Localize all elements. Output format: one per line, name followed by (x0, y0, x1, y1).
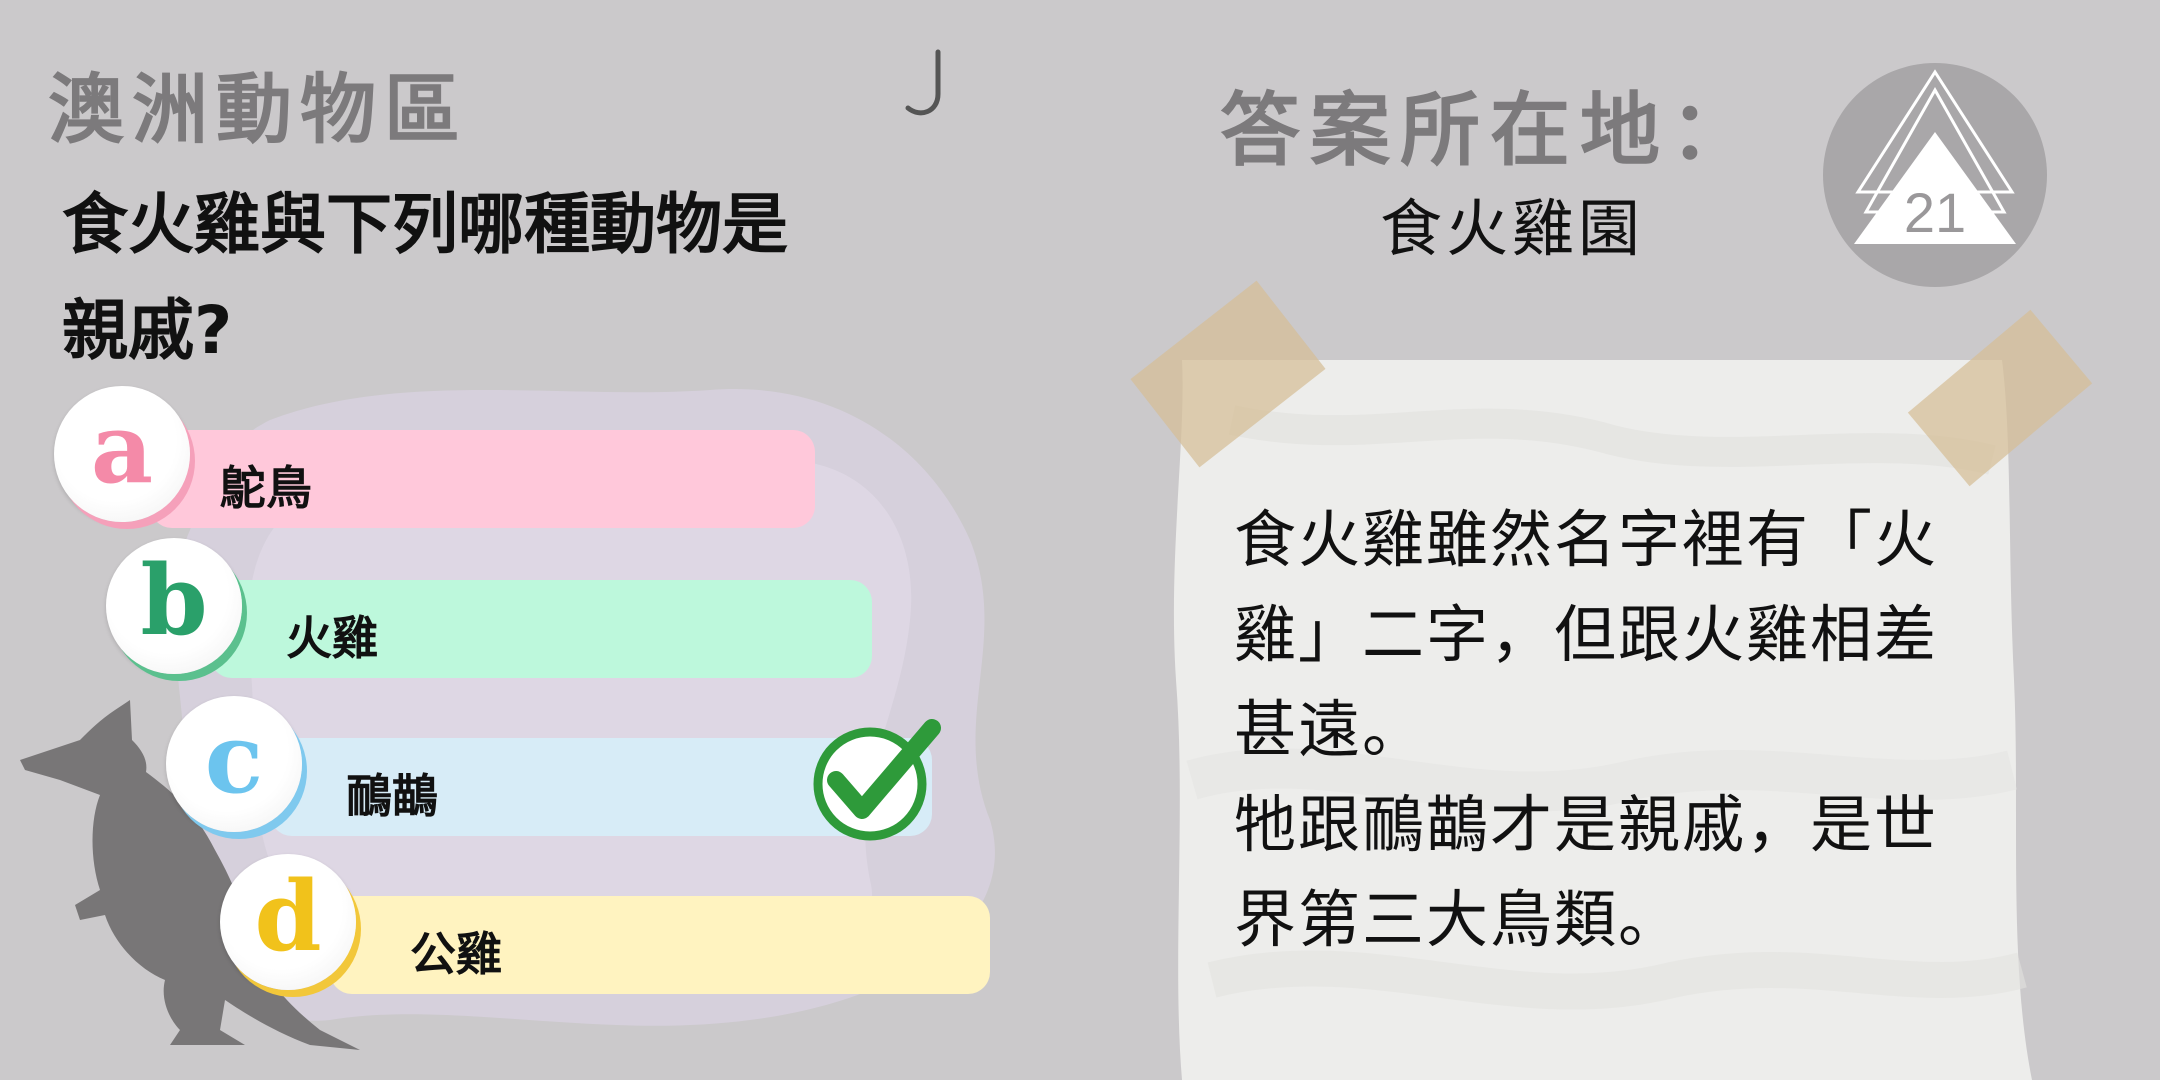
category-title: 澳洲動物區 (48, 65, 468, 154)
answer-location-title: 答案所在地： (1220, 84, 1760, 177)
option-c-label: 鴯鶓 (346, 769, 438, 823)
option-d-circle[interactable]: d (220, 854, 356, 990)
question-text: 食火雞與下列哪種動物是 親戚? (62, 172, 882, 384)
explanation-line-4: 牠跟鴯鶓才是親戚，是世 (1234, 788, 1939, 861)
explanation-line-1: 食火雞雖然名字裡有「火 (1234, 503, 1939, 576)
question-line-1: 食火雞與下列哪種動物是 (62, 186, 788, 263)
hook-icon (905, 49, 941, 116)
option-b-circle[interactable]: b (106, 538, 242, 674)
option-d-label: 公雞 (410, 927, 502, 981)
option-a-label: 鴕鳥 (220, 461, 312, 515)
badge-number: 21 (1904, 181, 1966, 244)
option-b-label: 火雞 (286, 611, 378, 665)
option-a-letter: a (90, 392, 154, 505)
question-line-2: 親戚? (62, 292, 233, 369)
explanation-line-2: 雞」二字，但跟火雞相差 (1234, 598, 1939, 671)
triangle-logo-badge: 21 (1823, 63, 2047, 287)
option-a-circle[interactable]: a (54, 386, 190, 522)
answer-location-place: 食火雞園 (1380, 192, 1645, 265)
explanation-line-3: 甚遠。 (1234, 693, 1427, 766)
answer-explanation: 食火雞雖然名字裡有「火 雞」二字，但跟火雞相差 甚遠。 牠跟鴯鶓才是親戚，是世 … (1234, 492, 1994, 967)
option-c-letter: c (204, 702, 264, 815)
option-d-letter: d (254, 860, 322, 973)
check-circle-icon (813, 719, 941, 841)
explanation-line-5: 界第三大鳥類。 (1234, 883, 1683, 956)
option-c-circle[interactable]: c (166, 696, 302, 832)
option-b-letter: b (140, 544, 208, 657)
